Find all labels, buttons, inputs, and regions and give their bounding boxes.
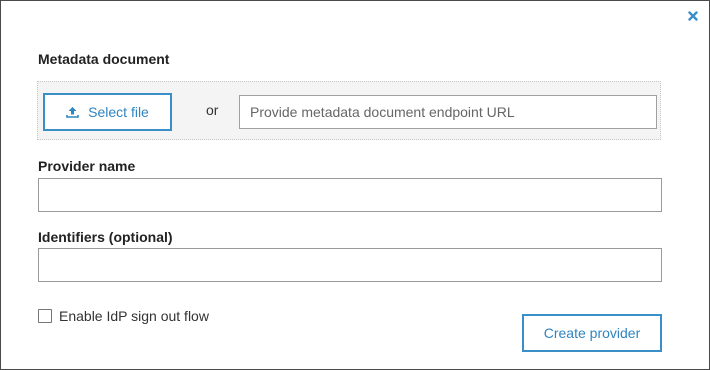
enable-signout-checkbox[interactable] (38, 309, 52, 323)
enable-signout-label[interactable]: Enable IdP sign out flow (59, 308, 209, 324)
close-icon[interactable] (688, 11, 698, 21)
select-file-button[interactable]: Select file (43, 93, 172, 131)
identifiers-input[interactable] (38, 248, 662, 282)
or-separator: or (206, 102, 219, 118)
create-provider-dialog: Metadata document Select file or Provide… (0, 0, 710, 370)
close-button[interactable] (686, 9, 700, 23)
enable-signout-checkbox-row[interactable]: Enable IdP sign out flow (38, 308, 209, 324)
identifiers-label: Identifiers (optional) (38, 229, 173, 245)
metadata-url-input[interactable] (239, 95, 657, 129)
create-provider-button[interactable]: Create provider (522, 314, 662, 352)
upload-icon (66, 107, 79, 118)
metadata-dropzone: Select file or (37, 81, 661, 140)
provider-name-label: Provider name (38, 158, 136, 174)
metadata-document-label: Metadata document (38, 51, 170, 67)
select-file-label: Select file (88, 104, 149, 120)
provider-name-input[interactable] (38, 178, 662, 212)
